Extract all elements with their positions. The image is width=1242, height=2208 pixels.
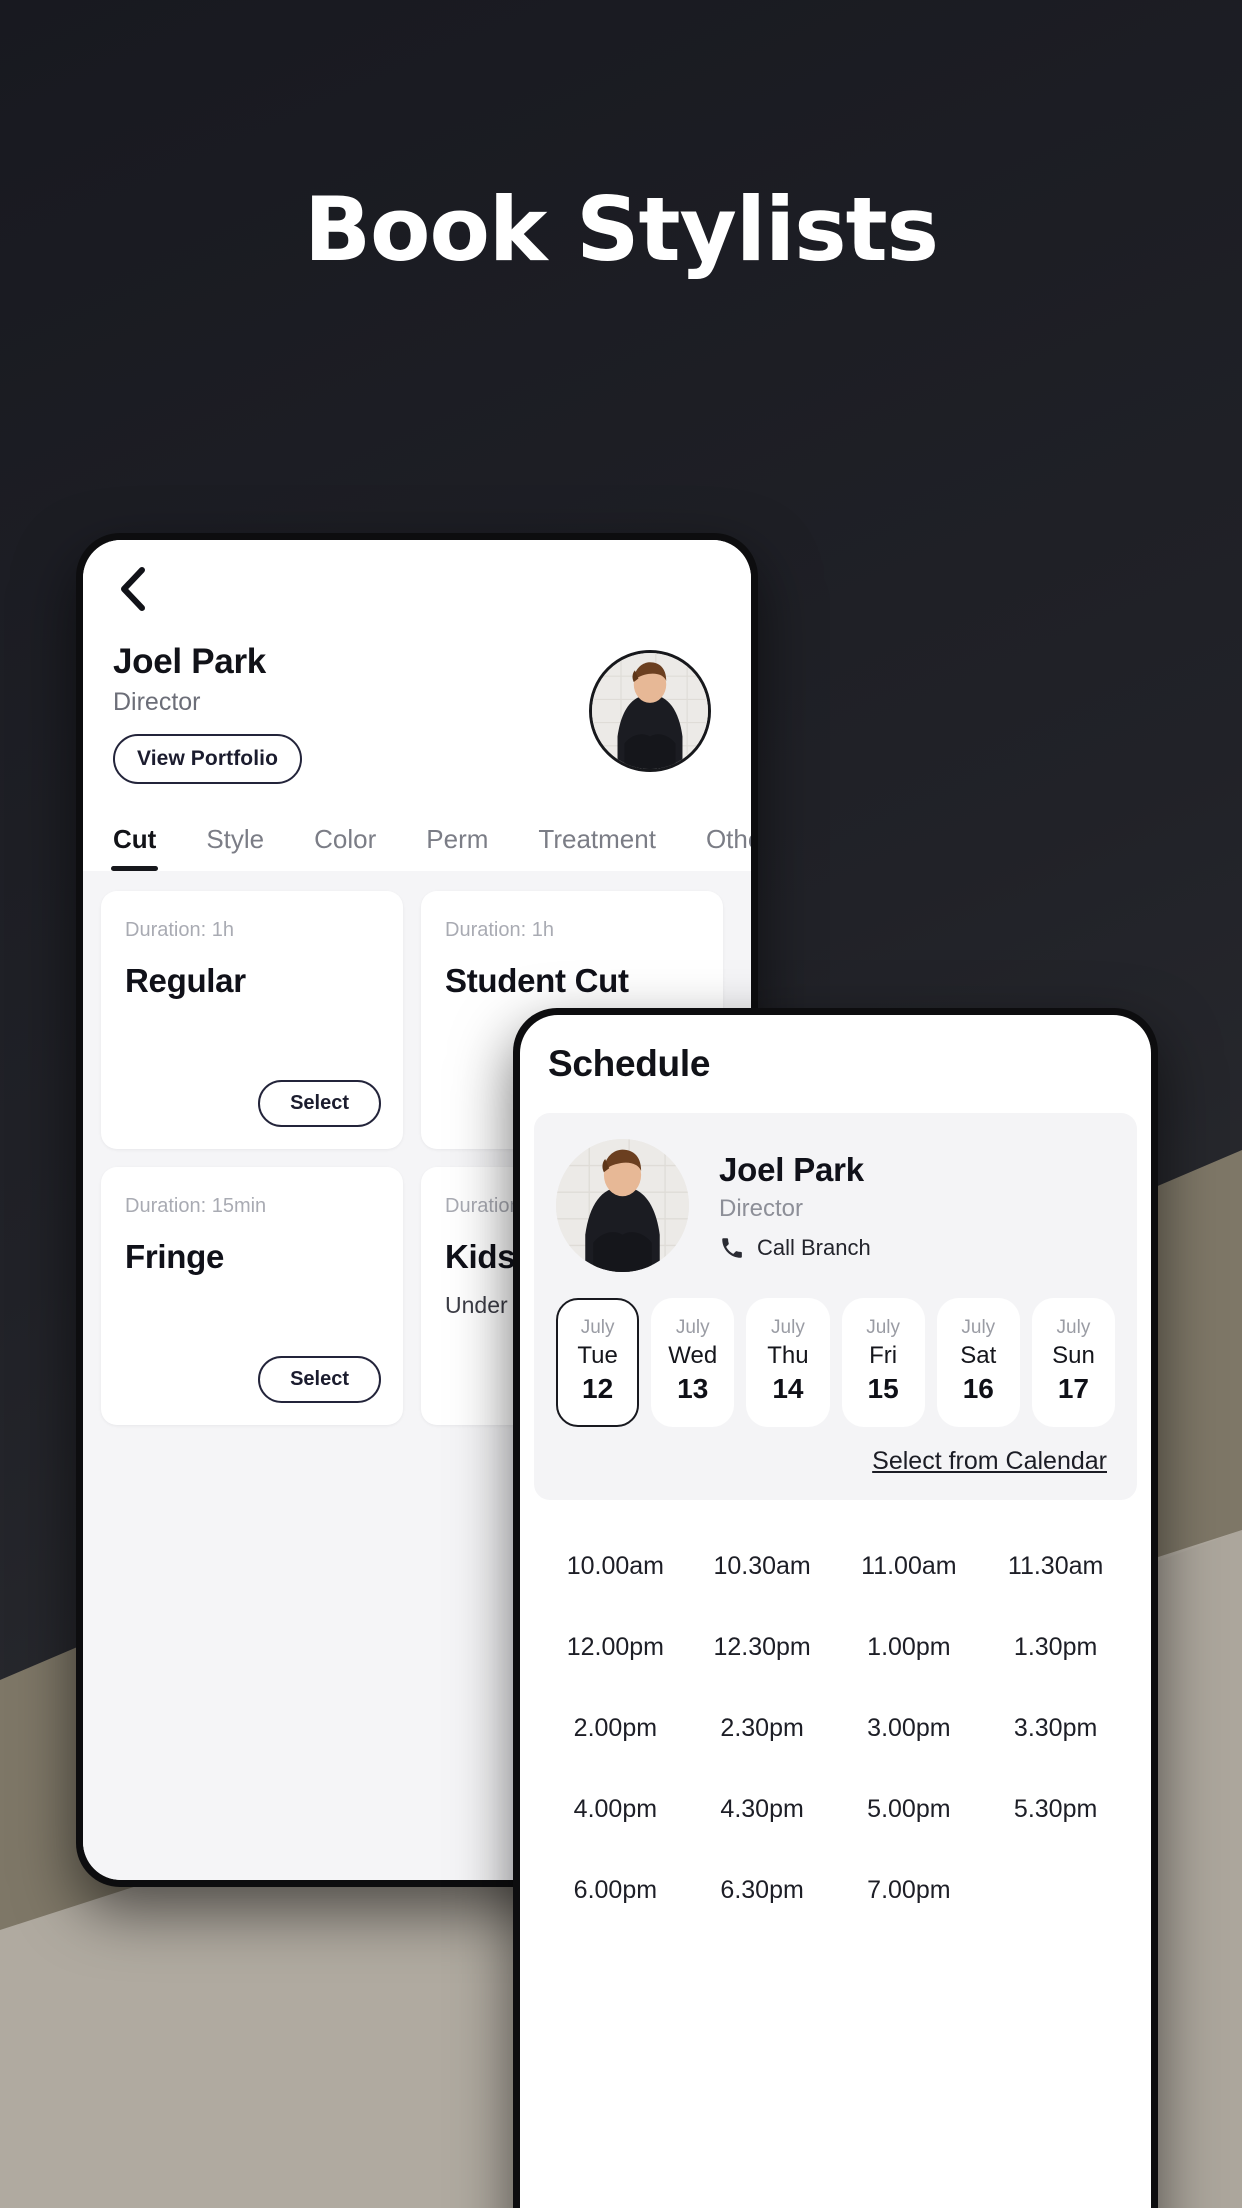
schedule-title: Schedule <box>548 1043 711 1084</box>
tab-style[interactable]: Style <box>206 824 264 871</box>
time-slot-grid: 10.00am 10.30am 11.00am 11.30am 12.00pm … <box>520 1500 1151 1905</box>
service-duration: Duration: 15min <box>125 1195 267 1217</box>
date-number: 16 <box>962 1372 994 1404</box>
service-title: Fringe <box>125 1238 225 1275</box>
page-title: Book Stylists <box>303 178 939 281</box>
date-month: July <box>866 1317 900 1338</box>
service-card[interactable]: Duration: 15min Fringe Select <box>101 1167 403 1425</box>
stylist-avatar <box>556 1139 689 1272</box>
stylist-role: Director <box>113 688 201 716</box>
time-slot[interactable]: 12.00pm <box>542 1633 689 1662</box>
date-weekday: Wed <box>668 1341 718 1369</box>
time-slot[interactable]: 2.30pm <box>689 1714 836 1743</box>
time-slot[interactable]: 4.30pm <box>689 1795 836 1824</box>
date-number: 17 <box>1057 1372 1090 1404</box>
chevron-left-icon[interactable] <box>109 566 155 612</box>
time-slot[interactable]: 10.30am <box>689 1552 836 1581</box>
time-slot[interactable]: 3.00pm <box>836 1714 983 1743</box>
date-chip-17[interactable]: July Sun 17 <box>1031 1298 1116 1428</box>
stylist-name: Joel Park <box>113 642 266 681</box>
select-from-calendar-link[interactable]: Select from Calendar <box>556 1427 1115 1478</box>
time-slot[interactable]: 10.00am <box>542 1552 689 1581</box>
date-number: 15 <box>867 1372 899 1404</box>
date-weekday: Tue <box>577 1341 618 1369</box>
date-weekday: Thu <box>767 1341 809 1369</box>
time-slot[interactable]: 7.00pm <box>836 1876 983 1905</box>
date-weekday: Fri <box>869 1341 898 1369</box>
time-slot[interactable]: 1.00pm <box>836 1633 983 1662</box>
date-number: 13 <box>677 1372 709 1404</box>
date-month: July <box>580 1317 615 1338</box>
phone-icon <box>719 1235 745 1261</box>
service-duration: Duration: 1h <box>125 919 234 941</box>
phone-mockup-schedule: Schedule Joel Park Director Call Branch … <box>513 1008 1158 2208</box>
date-number: 14 <box>772 1372 804 1404</box>
time-slot[interactable]: 12.30pm <box>689 1633 836 1662</box>
stylist-name: Joel Park <box>719 1150 864 1188</box>
stylist-role: Director <box>719 1194 804 1222</box>
service-title: Student Cut <box>445 962 629 999</box>
time-slot[interactable]: 3.30pm <box>982 1714 1129 1743</box>
avatar-illustration <box>592 653 708 769</box>
schedule-panel: Joel Park Director Call Branch July Tue … <box>534 1113 1137 1501</box>
time-slot[interactable]: 6.30pm <box>689 1876 836 1905</box>
date-month: July <box>675 1317 710 1338</box>
tab-treatment[interactable]: Treatment <box>538 824 656 871</box>
date-chip-15[interactable]: July Fri 15 <box>841 1298 925 1428</box>
time-slot[interactable]: 1.30pm <box>982 1633 1129 1662</box>
date-month: July <box>1056 1317 1091 1338</box>
time-slot[interactable]: 5.00pm <box>836 1795 983 1824</box>
avatar-illustration <box>556 1139 689 1272</box>
date-chip-16[interactable]: July Sat 16 <box>936 1298 1020 1428</box>
time-slot[interactable]: 11.00am <box>836 1552 983 1581</box>
time-slot[interactable]: 5.30pm <box>982 1795 1129 1824</box>
date-weekday: Sun <box>1052 1341 1095 1369</box>
time-slot[interactable]: 11.30am <box>982 1552 1129 1581</box>
call-branch-label: Call Branch <box>757 1234 871 1260</box>
select-button[interactable]: Select <box>258 1356 381 1403</box>
tab-perm[interactable]: Perm <box>426 824 488 871</box>
call-branch-button[interactable]: Call Branch <box>719 1235 871 1261</box>
service-category-tabs: Cut Style Color Perm Treatment Others <box>110 824 751 871</box>
date-chip-14[interactable]: July Thu 14 <box>746 1298 830 1428</box>
stylist-header: Joel Park Director View Portfolio Cut St… <box>83 540 751 871</box>
time-slot[interactable]: 4.00pm <box>542 1795 689 1824</box>
service-title: Regular <box>125 962 246 999</box>
date-month: July <box>771 1317 805 1338</box>
date-chip-12[interactable]: July Tue 12 <box>556 1298 640 1428</box>
time-slot[interactable]: 6.00pm <box>542 1876 689 1905</box>
view-portfolio-button[interactable]: View Portfolio <box>113 734 303 784</box>
service-duration: Duration: 1h <box>445 919 554 941</box>
tab-others[interactable]: Others <box>706 824 751 871</box>
stylist-avatar <box>589 650 711 772</box>
date-month: July <box>961 1317 996 1338</box>
date-weekday: Sat <box>960 1341 997 1369</box>
date-selector: July Tue 12 July Wed 13 July Thu 14 July… <box>556 1298 1116 1428</box>
date-chip-13[interactable]: July Wed 13 <box>651 1298 735 1428</box>
date-number: 12 <box>582 1372 614 1404</box>
select-button[interactable]: Select <box>258 1080 381 1127</box>
tab-cut[interactable]: Cut <box>110 824 159 871</box>
service-card[interactable]: Duration: 1h Regular Select <box>101 891 403 1149</box>
time-slot[interactable]: 2.00pm <box>542 1714 689 1743</box>
tab-color[interactable]: Color <box>314 824 376 871</box>
